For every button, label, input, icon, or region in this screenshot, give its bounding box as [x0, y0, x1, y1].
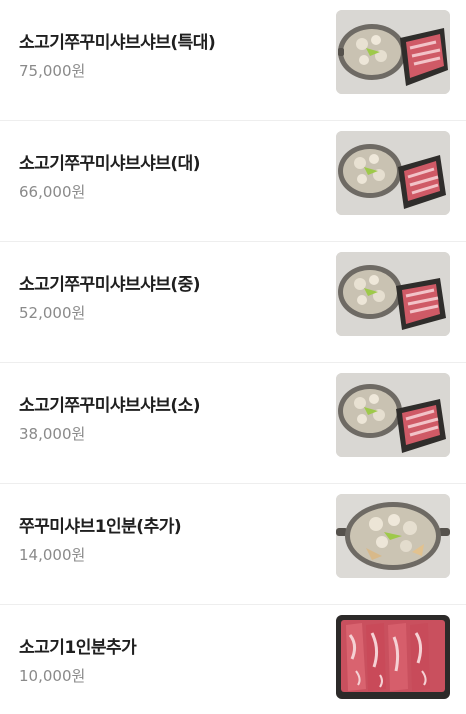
- menu-item-name: 소고기쭈꾸미샤브샤브(특대): [19, 33, 216, 53]
- menu-item-photo[interactable]: [336, 615, 450, 699]
- menu-item-price: 75,000원: [19, 62, 86, 80]
- octopus-hotpot-image: [336, 494, 450, 578]
- menu-item-photo[interactable]: [336, 131, 450, 215]
- beef-octopus-shabu-image: [336, 131, 450, 215]
- menu-item-price: 38,000원: [19, 425, 86, 443]
- menu-item[interactable]: 소고기쭈꾸미샤브샤브(소) 38,000원: [0, 363, 466, 484]
- beef-octopus-shabu-image: [336, 10, 450, 94]
- sliced-beef-tray-image: [336, 615, 450, 699]
- menu-item-price: 10,000원: [19, 667, 86, 685]
- menu-item[interactable]: 소고기1인분추가 10,000원: [0, 605, 466, 714]
- menu-item-price: 52,000원: [19, 304, 86, 322]
- menu-item-photo[interactable]: [336, 494, 450, 578]
- menu-item[interactable]: 소고기쭈꾸미샤브샤브(대) 66,000원: [0, 121, 466, 242]
- menu-list: 소고기쭈꾸미샤브샤브(특대) 75,000원 소고기쭈꾸미샤브샤브(대) 66,…: [0, 0, 466, 714]
- menu-item-name: 소고기쭈꾸미샤브샤브(중): [19, 275, 201, 295]
- menu-item-name: 쭈꾸미샤브1인분(추가): [19, 517, 182, 537]
- menu-item[interactable]: 소고기쭈꾸미샤브샤브(특대) 75,000원: [0, 0, 466, 121]
- menu-item-name: 소고기쭈꾸미샤브샤브(대): [19, 154, 201, 174]
- menu-item[interactable]: 소고기쭈꾸미샤브샤브(중) 52,000원: [0, 242, 466, 363]
- beef-octopus-shabu-image: [336, 373, 450, 457]
- beef-octopus-shabu-image: [336, 252, 450, 336]
- menu-item[interactable]: 쭈꾸미샤브1인분(추가) 14,000원: [0, 484, 466, 605]
- menu-item-photo[interactable]: [336, 10, 450, 94]
- menu-item-price: 66,000원: [19, 183, 86, 201]
- menu-item-photo[interactable]: [336, 252, 450, 336]
- menu-item-price: 14,000원: [19, 546, 86, 564]
- menu-item-name: 소고기1인분추가: [19, 638, 137, 658]
- menu-item-name: 소고기쭈꾸미샤브샤브(소): [19, 396, 201, 416]
- menu-item-photo[interactable]: [336, 373, 450, 457]
